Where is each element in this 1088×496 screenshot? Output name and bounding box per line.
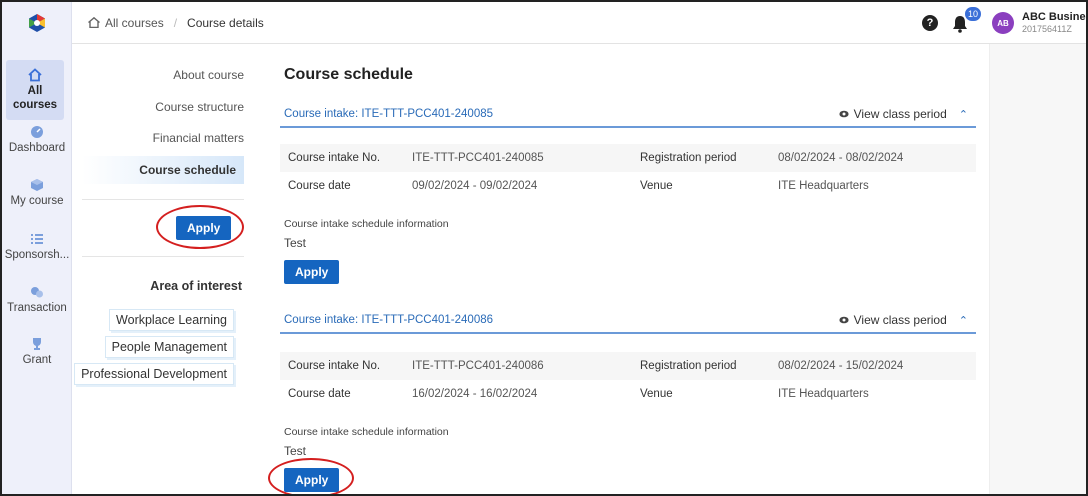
annotation-circle xyxy=(156,205,244,249)
intake-header[interactable]: Course intake: ITE-TTT-PCC401-240085 Vie… xyxy=(280,102,976,128)
list-icon xyxy=(31,234,43,244)
intake-no-value: ITE-TTT-PCC401-240086 xyxy=(412,360,544,372)
aoi-chip[interactable]: People Management xyxy=(104,336,234,358)
course-date-value: 09/02/2024 - 09/02/2024 xyxy=(412,180,538,192)
intake-header[interactable]: Course intake: ITE-TTT-PCC401-240086 Vie… xyxy=(280,308,976,334)
user-name: ABC Business xyxy=(1022,11,1086,23)
eye-icon xyxy=(839,316,849,324)
registration-label: Registration period xyxy=(640,360,737,372)
intake-title: Course intake: ITE-TTT-PCC401-240086 xyxy=(284,314,494,326)
main-content: Course schedule Course intake: ITE-TTT-P… xyxy=(264,44,990,494)
user-id: 201756411Z xyxy=(1022,24,1072,34)
left-rail: All courses Dashboard My course Sponsors… xyxy=(2,2,72,494)
rail-label: Transaction xyxy=(7,302,67,314)
home-icon xyxy=(88,17,100,28)
view-class-period-label: View class period xyxy=(853,313,947,327)
subnav-divider xyxy=(82,199,244,200)
avatar[interactable]: AB xyxy=(992,12,1014,34)
area-of-interest-title: Area of interest xyxy=(150,279,242,293)
course-date-value: 16/02/2024 - 16/02/2024 xyxy=(412,388,538,400)
help-icon[interactable]: ? xyxy=(922,15,938,31)
breadcrumb-separator: / xyxy=(173,15,178,30)
rail-item-sponsorship[interactable]: Sponsorsh... xyxy=(2,232,72,262)
rail-label: All courses xyxy=(12,85,58,111)
view-class-period-toggle[interactable]: View class period ⌃ xyxy=(839,313,976,327)
detail-row: Course date 16/02/2024 - 16/02/2024 Venu… xyxy=(280,380,976,408)
breadcrumb-current: Course details xyxy=(187,15,264,30)
subnav-course-schedule[interactable]: Course schedule xyxy=(82,156,244,184)
venue-label: Venue xyxy=(640,388,673,400)
course-date-label: Course date xyxy=(288,388,351,400)
rail-item-my-course[interactable]: My course xyxy=(2,178,72,208)
coins-icon xyxy=(31,287,43,298)
intake-no-value: ITE-TTT-PCC401-240085 xyxy=(412,152,544,164)
subnav-course-structure[interactable]: Course structure xyxy=(155,100,244,114)
user-info[interactable]: ABC Business 201756411Z xyxy=(1022,11,1086,35)
rail-item-all-courses[interactable]: All courses xyxy=(6,60,64,120)
registration-label: Registration period xyxy=(640,152,737,164)
rail-item-grant[interactable]: Grant xyxy=(2,337,72,367)
notification-count-badge: 10 xyxy=(964,6,982,22)
subnav-divider xyxy=(82,256,244,257)
detail-row: Course date 09/02/2024 - 09/02/2024 Venu… xyxy=(280,172,976,200)
app-logo[interactable] xyxy=(2,2,71,44)
course-date-label: Course date xyxy=(288,180,351,192)
detail-row: Course intake No. ITE-TTT-PCC401-240085 … xyxy=(280,144,976,172)
rail-label: Grant xyxy=(22,354,52,366)
right-gutter xyxy=(990,44,1086,494)
intake-apply-wrap: Apply xyxy=(284,260,340,284)
top-bar: All courses / Course details ? 10 AB ABC… xyxy=(72,2,1086,44)
schedule-info-label: Course intake schedule information xyxy=(284,426,449,438)
annotation-circle xyxy=(268,458,354,494)
venue-label: Venue xyxy=(640,180,673,192)
intake-title: Course intake: ITE-TTT-PCC401-240085 xyxy=(284,108,494,120)
intake-apply-button[interactable]: Apply xyxy=(284,260,340,284)
view-class-period-toggle[interactable]: View class period ⌃ xyxy=(839,107,976,121)
registration-value: 08/02/2024 - 15/02/2024 xyxy=(778,360,904,372)
header-actions: ? 10 AB ABC Business 201756411Z xyxy=(922,2,1086,44)
course-subnav: About course Course structure Financial … xyxy=(72,44,252,494)
aoi-chip[interactable]: Workplace Learning xyxy=(109,309,234,331)
subnav-financial-matters[interactable]: Financial matters xyxy=(153,131,244,145)
venue-value: ITE Headquarters xyxy=(778,180,869,192)
breadcrumb-home[interactable]: All courses xyxy=(105,16,164,30)
subnav-about-course[interactable]: About course xyxy=(173,68,244,82)
schedule-info-label: Course intake schedule information xyxy=(284,218,449,230)
chevron-up-icon[interactable]: ⌃ xyxy=(959,314,968,327)
rail-label: Sponsorsh... xyxy=(4,249,70,261)
notifications-button[interactable]: 10 xyxy=(952,6,982,34)
rail-label: Dashboard xyxy=(8,142,66,154)
breadcrumb: All courses / Course details xyxy=(72,16,264,30)
app-frame: All courses Dashboard My course Sponsors… xyxy=(0,0,1088,496)
schedule-info-value: Test xyxy=(284,236,307,250)
registration-value: 08/02/2024 - 08/02/2024 xyxy=(778,152,904,164)
detail-row: Course intake No. ITE-TTT-PCC401-240086 … xyxy=(280,352,976,380)
intake-no-label: Course intake No. xyxy=(288,152,381,164)
trophy-icon xyxy=(33,338,41,350)
rail-label: My course xyxy=(10,195,64,207)
rail-item-transaction[interactable]: Transaction xyxy=(2,285,72,315)
rail-item-dashboard[interactable]: Dashboard xyxy=(2,125,72,155)
schedule-info-value: Test xyxy=(284,444,307,458)
aoi-chip[interactable]: Professional Development xyxy=(74,363,234,385)
home-icon xyxy=(28,68,42,82)
view-class-period-label: View class period xyxy=(853,107,947,121)
cube-icon xyxy=(31,179,43,191)
venue-value: ITE Headquarters xyxy=(778,388,869,400)
eye-icon xyxy=(839,110,849,118)
chevron-up-icon[interactable]: ⌃ xyxy=(959,108,968,121)
logo-icon xyxy=(28,14,45,32)
dashboard-icon xyxy=(31,126,43,138)
intake-no-label: Course intake No. xyxy=(288,360,381,372)
page-title: Course schedule xyxy=(284,66,413,83)
